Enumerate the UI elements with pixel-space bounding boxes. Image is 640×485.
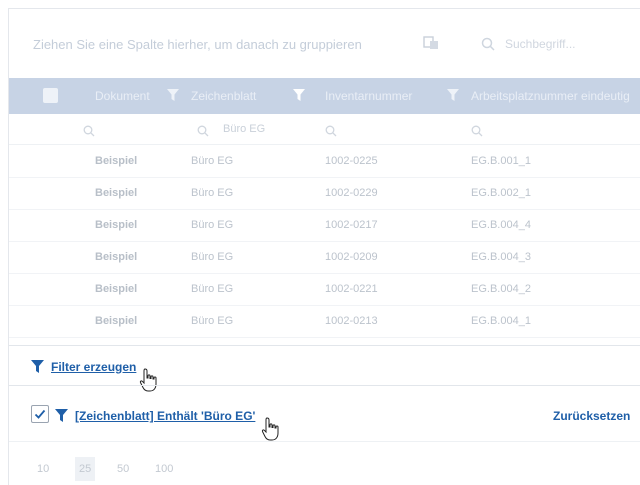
filter-cell-zeichenblatt[interactable]: Büro EG: [223, 123, 265, 135]
column-header-zeichenblatt[interactable]: Zeichenblatt: [191, 89, 256, 103]
cell-arbeitsplatz: EG.B.001_1: [471, 155, 531, 167]
filter-create-row: Filter erzeugen: [9, 345, 640, 392]
select-all-checkbox[interactable]: [43, 88, 58, 103]
search-placeholder: Suchbegriff...: [505, 37, 576, 51]
search-icon[interactable]: [325, 124, 337, 137]
cell-dokument: Beispiel: [95, 155, 138, 167]
table-row[interactable]: Beispiel Büro EG 1002-0217 EG.B.004_4: [9, 209, 640, 242]
cell-inventarnummer: 1002-0225: [325, 155, 378, 167]
column-chooser-icon[interactable]: [423, 36, 439, 50]
column-header-arbeitsplatznummer[interactable]: Arbeitsplatznummer eindeutig: [471, 89, 630, 103]
search-icon[interactable]: [83, 124, 95, 137]
cell-inventarnummer: 1002-0217: [325, 219, 378, 231]
active-filter-link[interactable]: [Zeichenblatt] Enthält 'Büro EG': [75, 409, 255, 423]
create-filter-link[interactable]: Filter erzeugen: [51, 360, 136, 374]
data-grid-card: Ziehen Sie eine Spalte hierher, um danac…: [8, 8, 640, 485]
page-size-50[interactable]: 50: [117, 463, 129, 475]
hand-cursor-icon: [261, 417, 281, 441]
filter-icon[interactable]: [167, 89, 179, 102]
cell-zeichenblatt: Büro EG: [191, 155, 234, 167]
divider: [9, 385, 640, 386]
divider: [9, 441, 640, 442]
cell-inventarnummer: 1002-0213: [325, 315, 378, 327]
cell-dokument: Beispiel: [95, 219, 138, 231]
cell-zeichenblatt: Büro EG: [191, 283, 234, 295]
cell-dokument: Beispiel: [95, 187, 138, 199]
table-row[interactable]: Beispiel Büro EG 1002-0209 EG.B.004_3: [9, 241, 640, 274]
page-size-10[interactable]: 10: [37, 463, 49, 475]
table-row[interactable]: Beispiel Büro EG 1002-0229 EG.B.002_1: [9, 177, 640, 210]
cell-zeichenblatt: Büro EG: [191, 187, 234, 199]
cell-arbeitsplatz: EG.B.004_2: [471, 283, 531, 295]
search-icon: [481, 37, 495, 51]
table-row[interactable]: Beispiel Büro EG 1002-0213 EG.B.004_1: [9, 305, 640, 338]
cell-zeichenblatt: Büro EG: [191, 219, 234, 231]
search-icon[interactable]: [197, 124, 209, 137]
filter-active-icon[interactable]: [293, 89, 305, 102]
table-header: Dokument Zeichenblatt Inventarnummer Arb…: [9, 78, 640, 114]
cell-arbeitsplatz: EG.B.004_3: [471, 251, 531, 263]
column-header-inventarnummer[interactable]: Inventarnummer: [325, 89, 412, 103]
cell-inventarnummer: 1002-0221: [325, 283, 378, 295]
page-size-100[interactable]: 100: [155, 463, 173, 475]
funnel-icon: [31, 360, 44, 373]
cell-zeichenblatt: Büro EG: [191, 315, 234, 327]
cell-arbeitsplatz: EG.B.004_4: [471, 219, 531, 231]
cell-arbeitsplatz: EG.B.004_1: [471, 315, 531, 327]
page-size-25[interactable]: 25: [75, 457, 96, 481]
filter-icon[interactable]: [447, 89, 459, 102]
cell-inventarnummer: 1002-0229: [325, 187, 378, 199]
reset-filter-button[interactable]: Zurücksetzen: [553, 409, 630, 423]
search-icon[interactable]: [471, 124, 483, 137]
filter-row: Büro EG: [9, 114, 640, 145]
table-row[interactable]: Beispiel Büro EG 1002-0225 EG.B.001_1: [9, 145, 640, 178]
cell-dokument: Beispiel: [95, 315, 138, 327]
cell-dokument: Beispiel: [95, 283, 138, 295]
funnel-icon: [55, 409, 68, 422]
cell-zeichenblatt: Büro EG: [191, 251, 234, 263]
group-panel[interactable]: Ziehen Sie eine Spalte hierher, um danac…: [9, 9, 640, 71]
cell-dokument: Beispiel: [95, 251, 138, 263]
cell-arbeitsplatz: EG.B.002_1: [471, 187, 531, 199]
table-row[interactable]: Beispiel Büro EG 1002-0221 EG.B.004_2: [9, 273, 640, 306]
filter-panel: Filter erzeugen [Zeichenblatt] Enthält '…: [9, 345, 640, 485]
group-hint: Ziehen Sie eine Spalte hierher, um danac…: [33, 37, 362, 52]
search-input[interactable]: Suchbegriff...: [471, 27, 640, 61]
column-header-dokument[interactable]: Dokument: [95, 89, 150, 103]
filter-enabled-checkbox[interactable]: [31, 405, 49, 423]
hand-cursor-icon: [139, 368, 159, 392]
cell-inventarnummer: 1002-0209: [325, 251, 378, 263]
